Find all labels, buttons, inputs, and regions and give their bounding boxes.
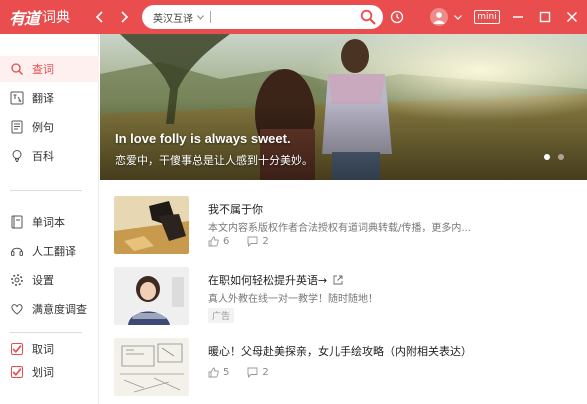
article-stats: 6 2 bbox=[208, 236, 287, 247]
sidebar-item-label: 满意度调查 bbox=[32, 303, 87, 316]
chevron-down-icon bbox=[454, 14, 462, 20]
like-count: 6 bbox=[223, 236, 230, 247]
search-icon[interactable] bbox=[360, 9, 376, 25]
minimize-icon bbox=[513, 16, 523, 18]
main-content: In love folly is always sweet. 恋爱中，干傻事总是… bbox=[100, 34, 587, 404]
article-thumbnail bbox=[114, 338, 189, 396]
user-icon bbox=[433, 12, 445, 24]
sidebar-item-label: 设置 bbox=[32, 274, 54, 287]
close-button[interactable] bbox=[565, 0, 579, 34]
sidebar-divider bbox=[10, 332, 82, 333]
avatar bbox=[430, 8, 448, 26]
sidebar-item-human-translation[interactable]: 人工翻译 bbox=[0, 238, 99, 264]
checkmark-icon bbox=[12, 368, 22, 377]
carousel-dot-active[interactable] bbox=[544, 154, 550, 160]
ad-item[interactable]: 在职如何轻松提升英语→ 真人外教在线一对一教学！随时随地！ 广告 bbox=[114, 267, 574, 325]
sidebar-divider bbox=[10, 190, 82, 191]
sidebar-item-label: 取词 bbox=[32, 343, 54, 356]
ad-title[interactable]: 在职如何轻松提升英语→ bbox=[208, 272, 343, 288]
back-button[interactable] bbox=[91, 8, 109, 26]
search-box: 英汉互译 bbox=[142, 5, 383, 29]
comment-icon[interactable] bbox=[247, 367, 258, 378]
clock-icon bbox=[390, 10, 404, 24]
wordbook-icon bbox=[10, 215, 24, 229]
headset-icon bbox=[10, 244, 24, 258]
checkbox[interactable] bbox=[10, 342, 24, 356]
logo-sub-text: 词典 bbox=[42, 10, 71, 26]
title-bar: 有道 词典 英汉互译 mini bbox=[0, 0, 587, 34]
ad-title-text: 在职如何轻松提升英语→ bbox=[208, 274, 328, 287]
chevron-down-icon bbox=[197, 15, 204, 20]
sidebar-item-encyclopedia[interactable]: 百科 bbox=[0, 143, 99, 169]
article-thumbnail bbox=[114, 196, 189, 254]
sidebar-item-translate[interactable]: 翻译 bbox=[0, 85, 99, 111]
article-title[interactable]: 暖心！父母赴美探亲，女儿手绘攻略（内附相关表达） bbox=[208, 343, 472, 359]
article-stats: 5 2 bbox=[208, 367, 287, 378]
logo-brand-text: 有道 bbox=[9, 9, 40, 28]
gear-icon bbox=[10, 273, 24, 287]
checkmark-icon bbox=[12, 345, 22, 354]
search-input[interactable] bbox=[214, 8, 354, 26]
chevron-right-icon bbox=[121, 11, 129, 23]
mini-label: mini bbox=[474, 10, 500, 24]
article-item[interactable]: 我不属于你 本文内容系版权作者合法授权有道词典转载/传播，更多内... 6 2 bbox=[114, 196, 574, 254]
carousel-dot[interactable] bbox=[558, 154, 564, 160]
translate-icon bbox=[10, 91, 24, 105]
banner-english-sentence: In love folly is always sweet. bbox=[115, 131, 291, 146]
sidebar-item-label: 百科 bbox=[32, 150, 54, 163]
language-select[interactable]: 英汉互译 bbox=[153, 10, 204, 25]
sidebar-item-settings[interactable]: 设置 bbox=[0, 267, 99, 293]
thumbs-up-icon[interactable] bbox=[208, 367, 219, 378]
language-select-label: 英汉互译 bbox=[153, 14, 193, 25]
sidebar-item-examples[interactable]: 例句 bbox=[0, 114, 99, 140]
ad-badge: 广告 bbox=[208, 308, 235, 323]
mini-mode-button[interactable]: mini bbox=[474, 0, 500, 34]
comment-count: 2 bbox=[262, 236, 269, 247]
sidebar-item-label: 划词 bbox=[32, 366, 54, 379]
search-divider bbox=[210, 11, 211, 23]
document-icon bbox=[10, 120, 24, 134]
sidebar-item-label: 人工翻译 bbox=[32, 245, 76, 258]
maximize-button[interactable] bbox=[538, 0, 552, 34]
banner-chinese-translation: 恋爱中，干傻事总是让人感到十分美妙。 bbox=[115, 154, 313, 167]
search-icon bbox=[10, 62, 24, 76]
like-count: 5 bbox=[223, 367, 230, 378]
sidebar: 查词 翻译 例句 百科 单词本 人工翻译 设置 满意度调查 取词 划词 bbox=[0, 34, 99, 404]
article-description: 本文内容系版权作者合法授权有道词典转载/传播，更多内... bbox=[208, 223, 471, 234]
forward-button[interactable] bbox=[115, 8, 133, 26]
thumbs-up-icon[interactable] bbox=[208, 236, 219, 247]
chevron-left-icon bbox=[95, 11, 103, 23]
checkbox[interactable] bbox=[10, 365, 24, 379]
minimize-button[interactable] bbox=[511, 0, 525, 34]
comment-icon[interactable] bbox=[247, 236, 258, 247]
daily-sentence-banner[interactable]: In love folly is always sweet. 恋爱中，干傻事总是… bbox=[100, 34, 587, 180]
user-menu[interactable] bbox=[426, 0, 466, 34]
sidebar-item-label: 翻译 bbox=[32, 92, 54, 105]
history-button[interactable] bbox=[388, 0, 406, 34]
sidebar-item-lookup[interactable]: 查词 bbox=[0, 56, 99, 82]
article-item[interactable]: 暖心！父母赴美探亲，女儿手绘攻略（内附相关表达） 5 2 bbox=[114, 338, 574, 396]
ad-thumbnail bbox=[114, 267, 189, 325]
heart-icon bbox=[10, 302, 24, 316]
checkbox-box bbox=[11, 366, 23, 378]
ad-description: 真人外教在线一对一教学！随时随地！ bbox=[208, 294, 378, 305]
sidebar-item-select-word[interactable]: 划词 bbox=[0, 359, 99, 385]
sidebar-item-survey[interactable]: 满意度调查 bbox=[0, 296, 99, 322]
maximize-icon bbox=[539, 11, 551, 23]
external-link-icon bbox=[333, 275, 343, 285]
close-icon bbox=[566, 11, 578, 23]
comment-count: 2 bbox=[262, 367, 269, 378]
checkbox-box bbox=[11, 343, 23, 355]
sidebar-item-label: 查词 bbox=[32, 63, 54, 76]
bulb-icon bbox=[10, 149, 24, 163]
article-title[interactable]: 我不属于你 bbox=[208, 201, 263, 217]
app-logo: 有道 词典 bbox=[9, 6, 70, 28]
sidebar-item-wordbook[interactable]: 单词本 bbox=[0, 209, 99, 235]
sidebar-item-label: 单词本 bbox=[32, 216, 65, 229]
sidebar-item-label: 例句 bbox=[32, 121, 54, 134]
